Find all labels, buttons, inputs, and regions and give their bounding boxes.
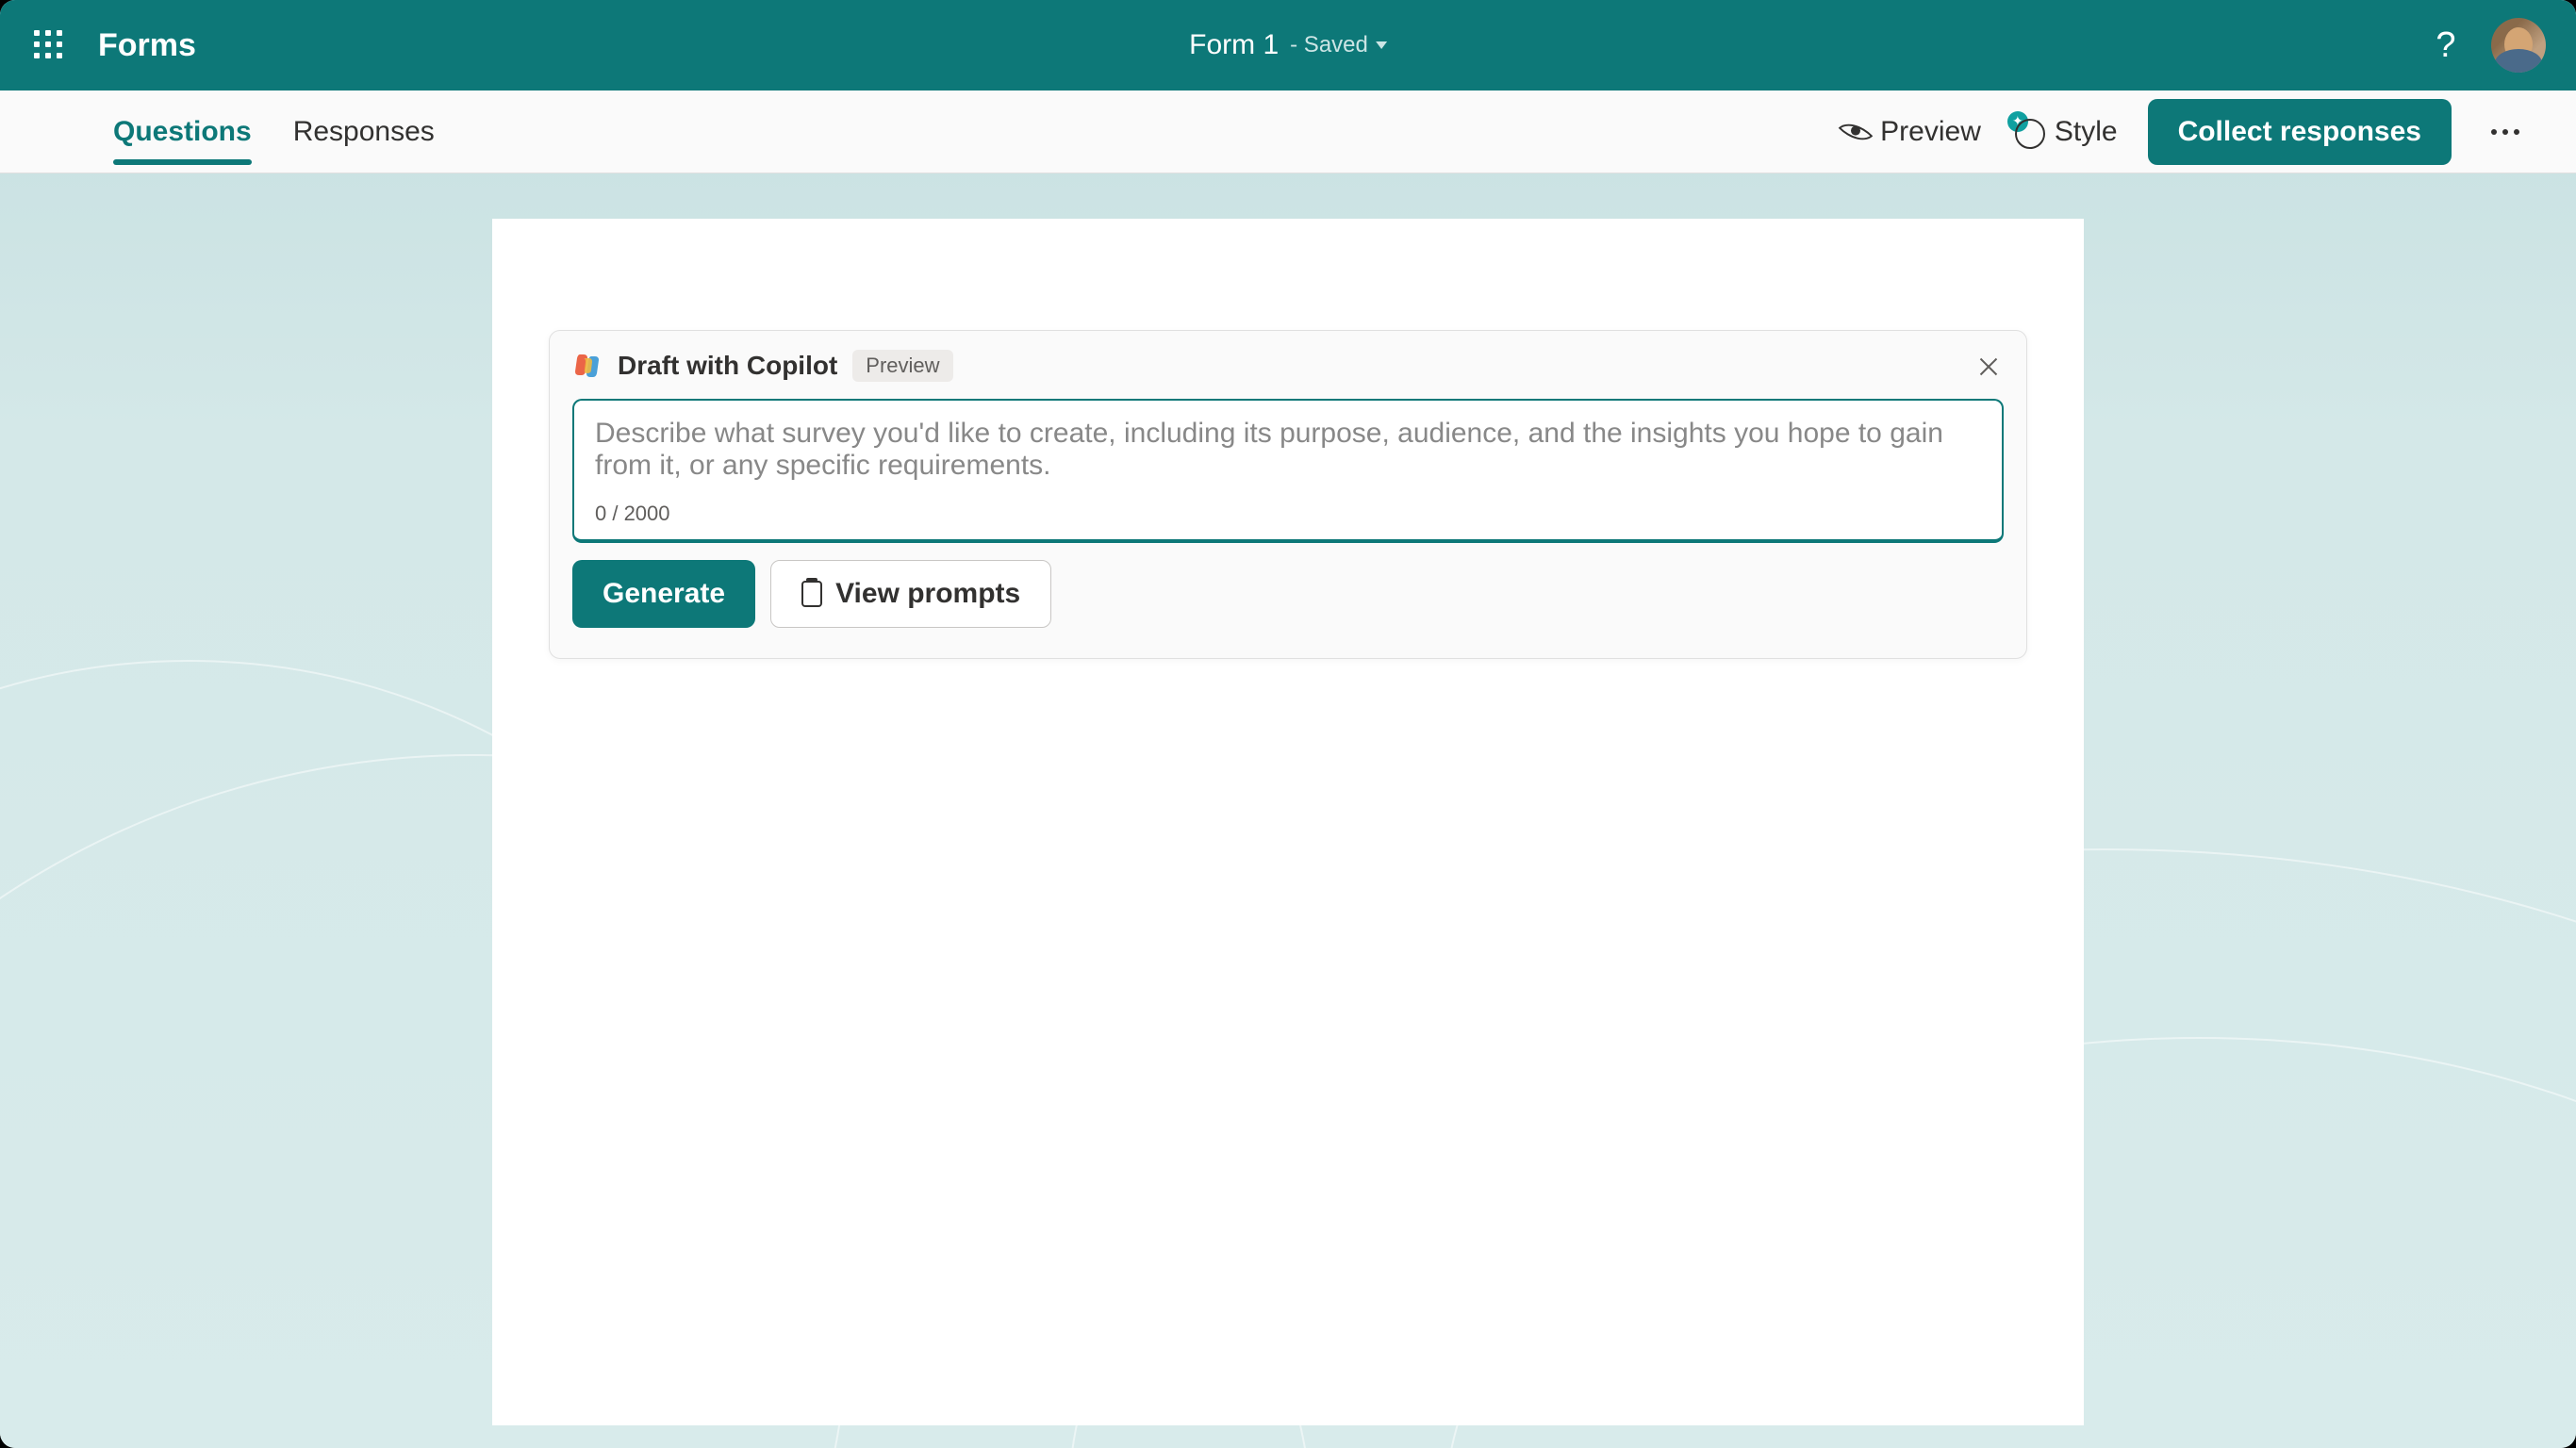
prompt-input-container: 0 / 2000	[572, 399, 2004, 543]
generate-button[interactable]: Generate	[572, 560, 755, 628]
close-icon[interactable]	[1973, 352, 2004, 382]
eye-icon	[1839, 114, 1874, 149]
help-icon[interactable]: ?	[2427, 26, 2465, 64]
style-button[interactable]: ✦ Style	[2011, 115, 2118, 149]
preview-button[interactable]: Preview	[1841, 116, 1981, 148]
form-title[interactable]: Form 1	[1189, 29, 1279, 61]
app-launcher-icon[interactable]	[34, 30, 64, 60]
preview-badge: Preview	[852, 350, 952, 382]
avatar[interactable]	[2491, 18, 2546, 73]
more-options-icon[interactable]	[2482, 120, 2529, 144]
style-icon: ✦	[2011, 115, 2045, 149]
char-count: 0 / 2000	[595, 502, 1981, 526]
tab-questions-label: Questions	[113, 116, 252, 148]
collect-responses-button[interactable]: Collect responses	[2148, 99, 2452, 165]
view-prompts-label: View prompts	[835, 578, 1020, 610]
form-canvas: Draft with Copilot Preview 0 / 2000 Gene…	[492, 219, 2084, 1425]
preview-label: Preview	[1880, 116, 1981, 148]
toolbar: Questions Responses Preview ✦ Style Coll…	[0, 90, 2576, 173]
copilot-title: Draft with Copilot	[618, 351, 837, 381]
prompt-input[interactable]	[595, 418, 1981, 493]
style-label: Style	[2055, 116, 2118, 148]
tab-responses-label: Responses	[293, 116, 435, 148]
tab-responses[interactable]: Responses	[293, 90, 435, 173]
view-prompts-button[interactable]: View prompts	[770, 560, 1051, 628]
save-state-label: - Saved	[1290, 32, 1368, 58]
tab-questions[interactable]: Questions	[113, 90, 252, 173]
clipboard-icon	[801, 581, 822, 607]
chevron-down-icon	[1376, 41, 1387, 49]
app-header: Forms Form 1 - Saved ?	[0, 0, 2576, 90]
save-state-dropdown[interactable]: - Saved	[1290, 32, 1387, 58]
copilot-icon	[572, 351, 603, 381]
copilot-draft-card: Draft with Copilot Preview 0 / 2000 Gene…	[549, 330, 2027, 659]
app-name[interactable]: Forms	[98, 27, 196, 64]
